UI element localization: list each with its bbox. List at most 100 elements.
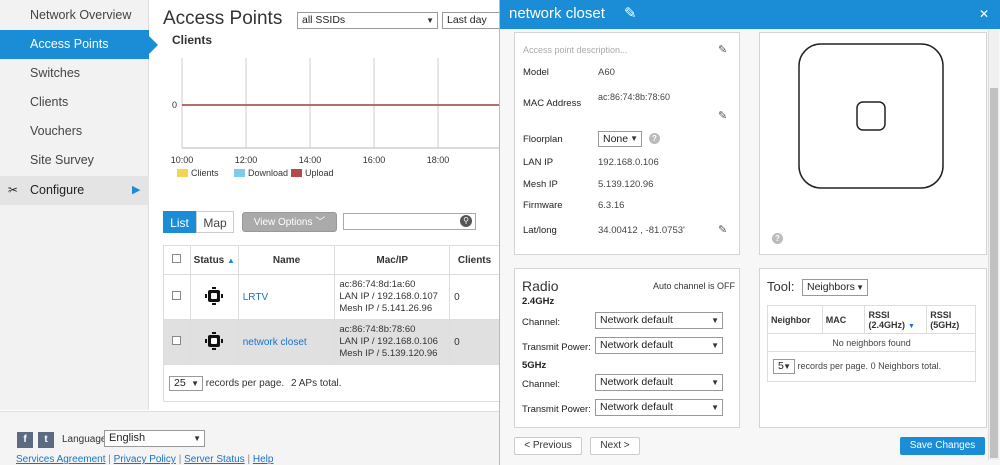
range-select[interactable]: Last day	[442, 12, 502, 29]
edit-title-icon[interactable]: ✎	[624, 4, 637, 22]
edit-latlong-icon[interactable]: ✎	[718, 223, 727, 236]
row-checkbox[interactable]	[172, 291, 182, 300]
select-all-checkbox[interactable]	[172, 254, 182, 263]
mac-ip-cell: ac:86:74:8d:1a:60 LAN IP / 192.168.0.107…	[334, 274, 451, 320]
search-icon: ⚲	[460, 215, 472, 227]
records-per-page-value: 25	[174, 376, 186, 389]
legend-swatch	[177, 169, 188, 177]
mesh-ip-label: Mesh IP	[523, 179, 558, 190]
power-5-value: Network default	[600, 401, 673, 413]
floorplan-value: None	[603, 133, 629, 145]
sidebar-item-network-overview[interactable]: Network Overview	[0, 1, 149, 30]
mac-address: ac:86:74:8d:1a:60	[339, 279, 416, 290]
table-footer-row: 25 ▼ records per page. 2 APs total.	[163, 364, 500, 402]
privacy-policy-link[interactable]: Privacy Policy	[114, 454, 176, 465]
sidebar-item-configure[interactable]: ✂ Configure ▶	[0, 176, 149, 205]
facebook-icon[interactable]: f	[17, 432, 33, 448]
column-mac[interactable]: MAC	[821, 305, 866, 334]
footer-separator: |	[108, 454, 111, 465]
legend-label: Download	[248, 168, 288, 178]
chevron-down-icon: ▼	[711, 403, 719, 412]
column-rssi-24[interactable]: RSSI (2.4GHz) ▼	[864, 305, 928, 334]
footer-separator: |	[247, 454, 251, 465]
channel-5-select[interactable]: Network default ▼	[595, 374, 723, 391]
mesh-ip: Mesh IP / 5.139.120.96	[339, 348, 438, 359]
ssid-select-value: all SSIDs	[302, 14, 346, 26]
table-row[interactable]: network closet ac:86:74:8b:78:60 LAN IP …	[163, 319, 500, 365]
latlong-value: 34.00412 , -81.0753'	[598, 225, 685, 236]
mac-address: ac:86:74:8b:78:60	[339, 324, 416, 335]
services-agreement-link[interactable]: Services Agreement	[16, 454, 106, 465]
previous-button[interactable]: < Previous	[514, 437, 582, 455]
view-options-button[interactable]: View Options ﹀	[242, 212, 337, 232]
ap-name-link[interactable]: LRTV	[237, 274, 336, 320]
column-status-label: Status	[193, 254, 225, 266]
floorplan-label: Floorplan	[523, 134, 563, 145]
tab-list[interactable]: List	[163, 211, 196, 233]
power-24-value: Network default	[600, 339, 673, 351]
sidebar-item-clients[interactable]: Clients	[0, 88, 149, 117]
legend-label: Clients	[191, 168, 219, 178]
records-per-page-select[interactable]: 25 ▼	[169, 375, 203, 391]
channel-24-value: Network default	[600, 314, 673, 326]
column-status[interactable]: Status ▲	[189, 245, 239, 275]
floorplan-select[interactable]: None ▼	[598, 131, 642, 147]
sidebar-item-access-points[interactable]: Access Points	[0, 30, 149, 59]
sidebar-item-switches[interactable]: Switches	[0, 59, 149, 88]
edit-mac-icon[interactable]: ✎	[718, 109, 727, 122]
channel-24-select[interactable]: Network default ▼	[595, 312, 723, 329]
active-indicator	[149, 36, 158, 54]
save-changes-button[interactable]: Save Changes	[900, 437, 985, 455]
panel-scrollbar[interactable]	[988, 30, 999, 460]
channel-5-value: Network default	[600, 376, 673, 388]
help-link[interactable]: Help	[253, 454, 274, 465]
transmit-power-label: Transmit Power:	[522, 404, 591, 415]
tool-select[interactable]: Neighbors ▼	[802, 279, 868, 296]
column-clients[interactable]: Clients	[449, 245, 500, 275]
sidebar-item-site-survey[interactable]: Site Survey	[0, 146, 149, 175]
ssid-select[interactable]: all SSIDs ▼	[297, 12, 438, 29]
column-rssi-5[interactable]: RSSI (5GHz)	[926, 305, 976, 334]
sidebar: Network Overview Access Points Switches …	[0, 0, 149, 410]
close-icon[interactable]: ✕	[979, 7, 989, 21]
scrollbar-thumb[interactable]	[990, 88, 998, 458]
table-row[interactable]: LRTV ac:86:74:8d:1a:60 LAN IP / 192.168.…	[163, 274, 500, 320]
sidebar-item-vouchers[interactable]: Vouchers	[0, 117, 149, 146]
column-mac-ip[interactable]: Mac/IP	[334, 245, 451, 275]
twitter-icon[interactable]: t	[38, 432, 54, 448]
neighbors-per-page-select[interactable]: 5 ▼	[773, 359, 795, 374]
language-select[interactable]: English ▼	[104, 430, 205, 447]
records-per-page-label: records per page.	[205, 377, 285, 389]
description-field[interactable]: Access point description...	[523, 45, 628, 55]
power-24-select[interactable]: Network default ▼	[595, 337, 723, 354]
footer: f t Language: English ▼ Services Agreemen…	[0, 411, 500, 465]
power-5-select[interactable]: Network default ▼	[595, 399, 723, 416]
x-tick-label: 16:00	[363, 155, 386, 165]
sort-desc-icon: ▼	[907, 322, 915, 330]
next-button[interactable]: Next >	[590, 437, 640, 455]
help-icon[interactable]: ?	[772, 233, 783, 244]
mesh-ip-value: 5.139.120.96	[598, 179, 654, 190]
column-neighbor[interactable]: Neighbor	[767, 305, 823, 334]
records-per-page-label: records per page.	[797, 361, 869, 371]
chevron-down-icon: ▼	[630, 134, 638, 143]
tab-map[interactable]: Map	[196, 211, 234, 233]
search-input[interactable]: ⚲	[343, 213, 476, 230]
help-icon[interactable]: ?	[649, 133, 660, 144]
server-status-link[interactable]: Server Status	[184, 454, 245, 465]
row-checkbox[interactable]	[172, 336, 182, 345]
legend-swatch	[291, 169, 302, 177]
column-name[interactable]: Name	[237, 245, 336, 275]
ap-status-icon	[205, 331, 224, 350]
sort-asc-icon: ▲	[227, 255, 235, 265]
table-pagination: 25 ▼ records per page. 2 APs total.	[163, 364, 500, 402]
tools-icon: ✂	[8, 183, 19, 197]
edit-description-icon[interactable]: ✎	[718, 43, 727, 56]
ap-name-link[interactable]: network closet	[237, 319, 336, 365]
x-tick-label: 14:00	[299, 155, 322, 165]
x-tick-label: 12:00	[235, 155, 258, 165]
page-title: Access Points	[163, 8, 283, 29]
chevron-down-icon: ▼	[193, 434, 201, 443]
chevron-down-icon: ▼	[856, 283, 864, 292]
view-options-label: View Options	[253, 217, 313, 228]
